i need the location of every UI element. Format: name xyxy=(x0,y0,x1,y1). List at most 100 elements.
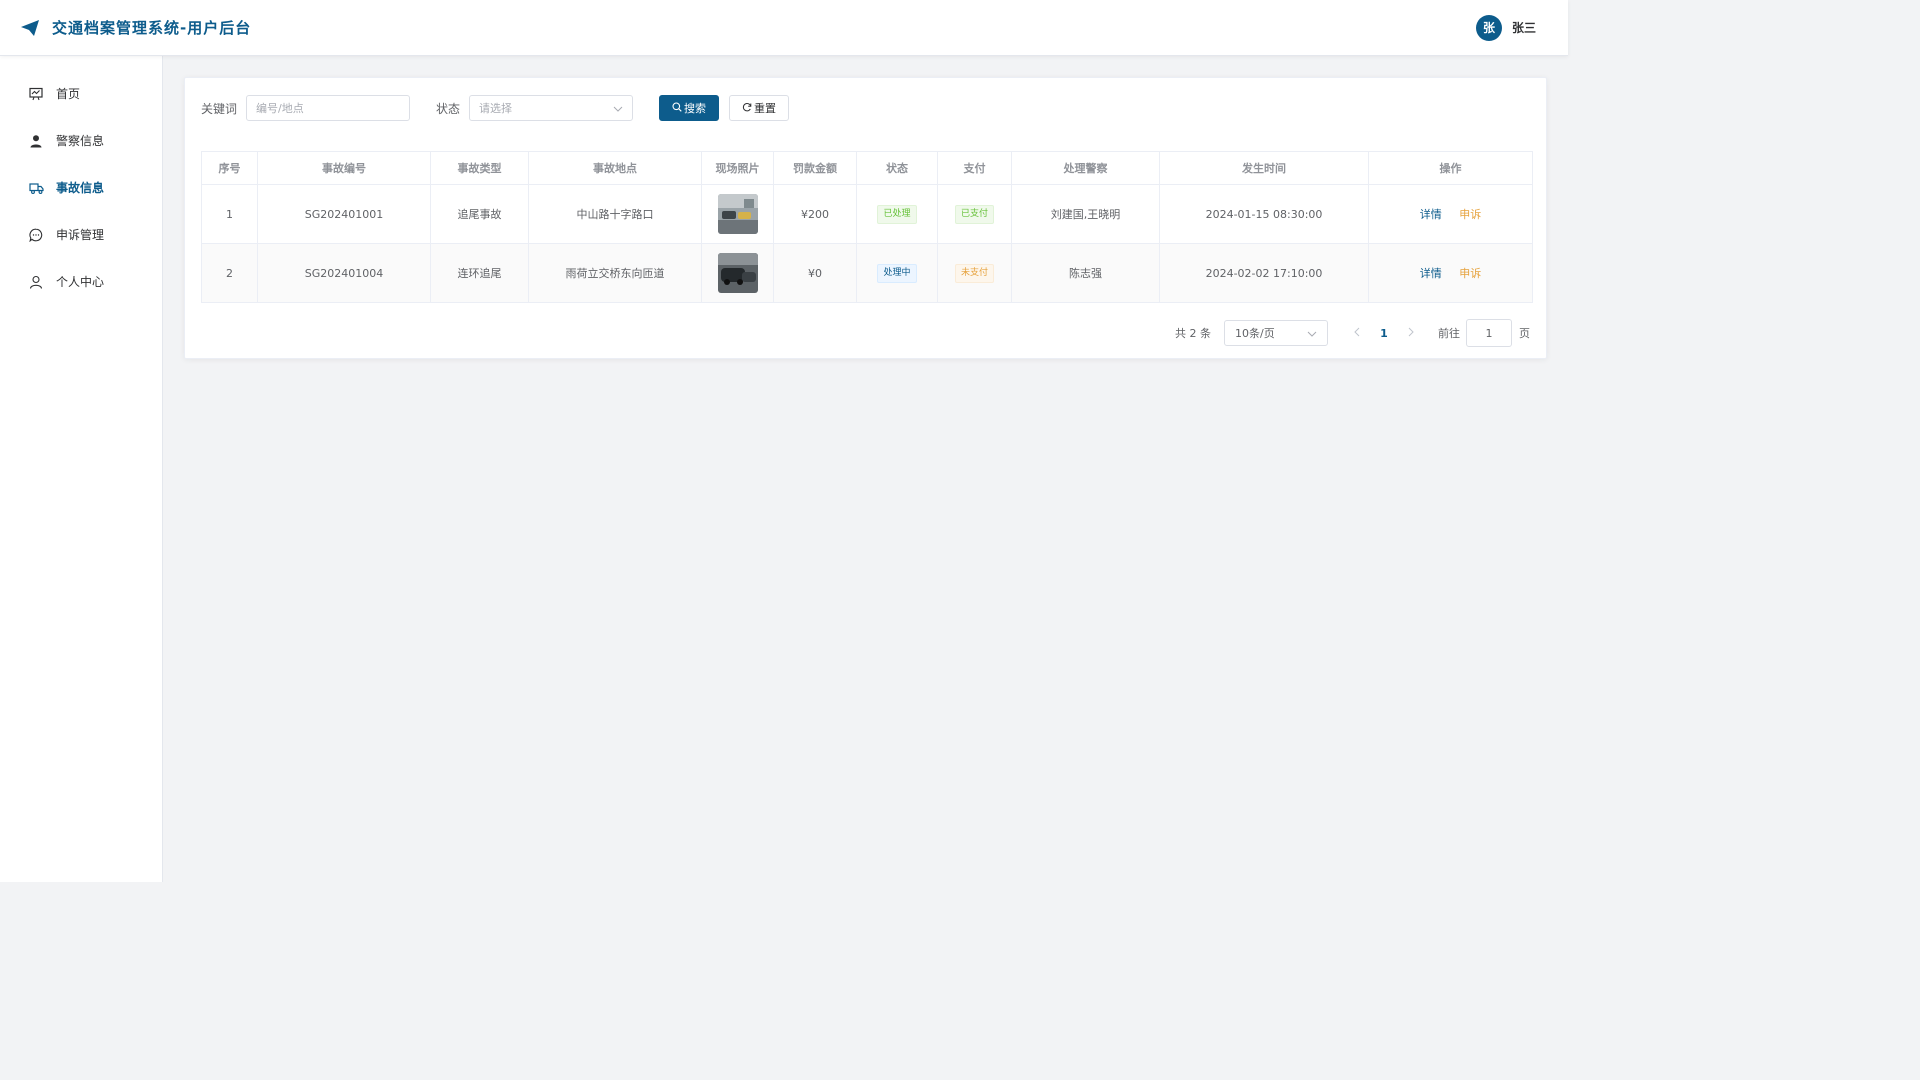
table-row: 2 SG202401004 连环追尾 雨荷立交桥东向匝道 ¥0 处理中 未支付 … xyxy=(201,243,1533,303)
fine-amount: ¥200 xyxy=(773,184,857,244)
page-unit-label: 页 xyxy=(1519,327,1530,340)
pagination: 共 2 条 10条/页 1 前往 1 页 xyxy=(1175,319,1530,347)
search-button-label: 搜索 xyxy=(684,102,707,115)
page-size-select[interactable]: 10条/页 xyxy=(1224,320,1328,346)
column-header: 事故类型 xyxy=(430,151,529,185)
search-icon xyxy=(672,101,682,115)
paper-plane-icon xyxy=(20,18,40,38)
accident-code: SG202401004 xyxy=(257,243,431,303)
scene-photo-thumbnail[interactable] xyxy=(717,253,758,293)
row-index: 2 xyxy=(201,243,258,303)
person-icon xyxy=(28,133,44,149)
sidebar-item-appeals[interactable]: 申诉管理 xyxy=(0,211,162,258)
sidebar: 首页 警察信息 事故信息 申诉管理 个人中心 xyxy=(0,56,163,882)
sidebar-item-home[interactable]: 首页 xyxy=(0,70,162,117)
status-select[interactable]: 请选择 xyxy=(469,95,634,121)
column-header: 罚款金额 xyxy=(773,151,857,185)
chevron-down-icon xyxy=(613,102,623,115)
column-header: 处理警察 xyxy=(1011,151,1160,185)
status-placeholder: 请选择 xyxy=(479,102,513,115)
row-index: 1 xyxy=(201,184,258,244)
sidebar-item-label: 警察信息 xyxy=(56,134,105,148)
table-row: 1 SG202401001 追尾事故 中山路十字路口 ¥200 已处理 已支付 … xyxy=(201,184,1533,244)
goto-page-input[interactable]: 1 xyxy=(1466,319,1512,347)
column-header: 现场照片 xyxy=(701,151,774,185)
brand: 交通档案管理系统-用户后台 xyxy=(20,17,251,38)
refresh-icon xyxy=(742,102,752,115)
chevron-right-icon xyxy=(1408,327,1414,336)
column-header: 发生时间 xyxy=(1159,151,1369,185)
app-title: 交通档案管理系统-用户后台 xyxy=(52,19,252,37)
appeal-link[interactable]: 申诉 xyxy=(1459,267,1481,280)
column-header: 操作 xyxy=(1368,151,1533,185)
keyword-label: 关键词 xyxy=(201,101,238,116)
avatar[interactable]: 张 xyxy=(1475,14,1502,41)
scene-photo-thumbnail[interactable] xyxy=(717,194,758,234)
sidebar-item-label: 事故信息 xyxy=(56,181,105,195)
user-menu[interactable]: 张 张三 xyxy=(1475,14,1536,41)
keyword-placeholder: 编号/地点 xyxy=(256,102,304,115)
filter-bar: 关键词 编号/地点 状态 请选择 搜索 重置 xyxy=(201,95,790,121)
accident-table: 序号 事故编号 事故类型 事故地点 现场照片 罚款金额 状态 支付 处理警察 发… xyxy=(201,151,1533,303)
payment-badge: 未支付 xyxy=(954,263,994,283)
page-number[interactable]: 1 xyxy=(1370,327,1398,340)
page-size-value: 10条/页 xyxy=(1235,327,1275,340)
truck-icon xyxy=(28,180,44,196)
appeal-link[interactable]: 申诉 xyxy=(1459,208,1481,221)
occurred-time: 2024-01-15 08:30:00 xyxy=(1159,184,1369,244)
column-header: 状态 xyxy=(856,151,938,185)
top-header: 交通档案管理系统-用户后台 张 张三 xyxy=(0,0,1568,56)
accident-location: 中山路十字路口 xyxy=(528,184,702,244)
reset-button[interactable]: 重置 xyxy=(729,95,790,121)
chevron-down-icon xyxy=(1307,327,1317,340)
payment-badge: 已支付 xyxy=(954,204,994,224)
column-header: 事故地点 xyxy=(528,151,702,185)
status-badge: 已处理 xyxy=(877,204,917,224)
reset-button-label: 重置 xyxy=(754,102,777,115)
username[interactable]: 张三 xyxy=(1512,19,1536,36)
accident-code: SG202401001 xyxy=(257,184,431,244)
accident-location: 雨荷立交桥东向匝道 xyxy=(528,243,702,303)
photo-cell xyxy=(701,184,774,244)
next-page-button[interactable] xyxy=(1398,327,1424,340)
accident-table-wrap: 序号 事故编号 事故类型 事故地点 现场照片 罚款金额 状态 支付 处理警察 发… xyxy=(201,151,1533,303)
accident-list-card: 关键词 编号/地点 状态 请选择 搜索 重置 序号 事故编号 事故类型 事故地点… xyxy=(184,77,1547,359)
payment-cell: 未支付 xyxy=(937,243,1012,303)
status-badge: 处理中 xyxy=(877,263,917,283)
detail-link[interactable]: 详情 xyxy=(1420,267,1442,280)
sidebar-item-label: 个人中心 xyxy=(56,275,105,289)
status-cell: 已处理 xyxy=(856,184,938,244)
user-outline-icon xyxy=(28,274,44,290)
sidebar-item-label: 申诉管理 xyxy=(56,228,105,242)
payment-cell: 已支付 xyxy=(937,184,1012,244)
goto-label: 前往 xyxy=(1438,327,1460,340)
keyword-input[interactable]: 编号/地点 xyxy=(246,95,411,121)
actions-cell: 详情 申诉 xyxy=(1368,243,1533,303)
home-chart-icon xyxy=(28,86,44,102)
photo-cell xyxy=(701,243,774,303)
officers: 刘建国,王晓明 xyxy=(1011,184,1160,244)
table-header-row: 序号 事故编号 事故类型 事故地点 现场照片 罚款金额 状态 支付 处理警察 发… xyxy=(201,151,1533,185)
chat-icon xyxy=(28,227,44,243)
actions-cell: 详情 申诉 xyxy=(1368,184,1533,244)
sidebar-item-accidents[interactable]: 事故信息 xyxy=(0,164,162,211)
accident-type: 连环追尾 xyxy=(430,243,529,303)
occurred-time: 2024-02-02 17:10:00 xyxy=(1159,243,1369,303)
column-header: 支付 xyxy=(937,151,1012,185)
chevron-left-icon xyxy=(1354,327,1360,336)
column-header: 事故编号 xyxy=(257,151,431,185)
sidebar-item-label: 首页 xyxy=(56,87,81,101)
status-cell: 处理中 xyxy=(856,243,938,303)
officers: 陈志强 xyxy=(1011,243,1160,303)
prev-page-button[interactable] xyxy=(1344,327,1370,340)
fine-amount: ¥0 xyxy=(773,243,857,303)
status-label: 状态 xyxy=(436,101,461,116)
total-count: 共 2 条 xyxy=(1175,327,1211,340)
goto-page-value: 1 xyxy=(1485,326,1493,340)
column-header: 序号 xyxy=(201,151,258,185)
sidebar-item-profile[interactable]: 个人中心 xyxy=(0,258,162,305)
detail-link[interactable]: 详情 xyxy=(1420,208,1442,221)
accident-type: 追尾事故 xyxy=(430,184,529,244)
search-button[interactable]: 搜索 xyxy=(659,95,720,121)
sidebar-item-police[interactable]: 警察信息 xyxy=(0,117,162,164)
